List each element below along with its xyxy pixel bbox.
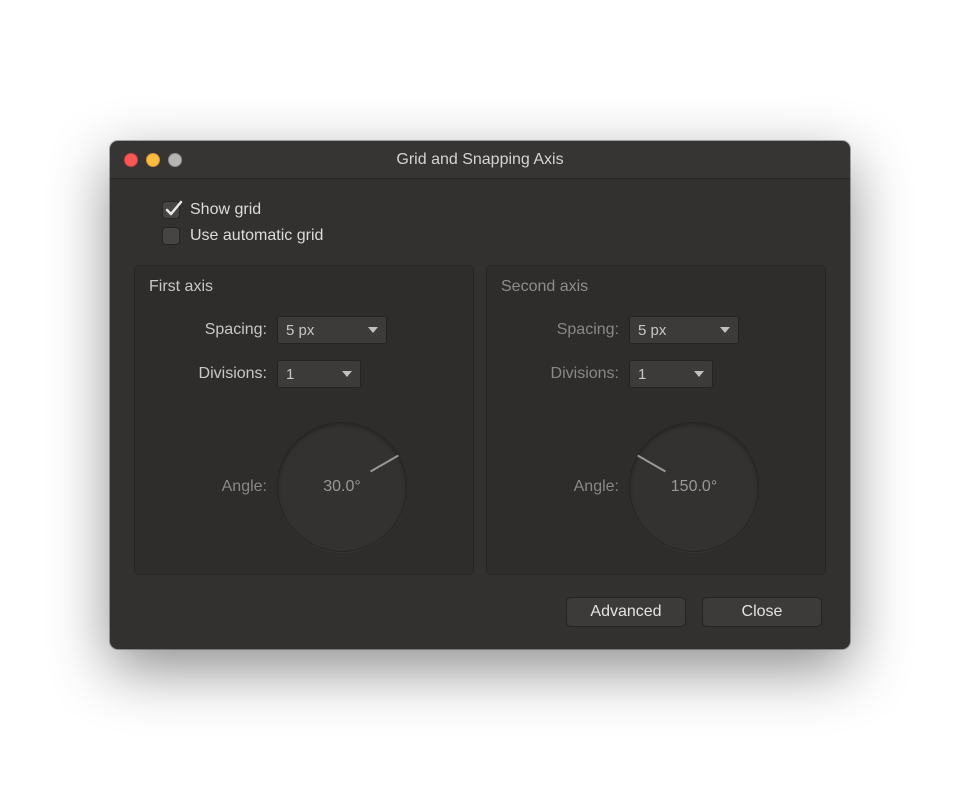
auto-grid-label: Use automatic grid [190,227,323,245]
chevron-down-icon [368,327,378,333]
first-axis-title: First axis [149,278,459,296]
second-angle-row: Angle: 150.0° [501,422,811,552]
close-button[interactable]: Close [702,597,822,627]
first-angle-dial[interactable]: 30.0° [277,422,407,552]
checkmark-icon [164,199,184,219]
show-grid-row: Show grid [134,197,826,223]
minimize-window-button[interactable] [146,153,160,167]
first-divisions-dropdown[interactable]: 1 [277,360,361,388]
button-row: Advanced Close [134,597,826,627]
chevron-down-icon [694,371,704,377]
close-window-button[interactable] [124,153,138,167]
first-angle-label: Angle: [149,478,267,496]
second-angle-dial[interactable]: 150.0° [629,422,759,552]
second-divisions-row: Divisions: 1 [501,360,811,388]
first-angle-row: Angle: 30.0° [149,422,459,552]
show-grid-checkbox[interactable] [162,201,180,219]
first-spacing-row: Spacing: 5 px [149,316,459,344]
window-title: Grid and Snapping Axis [110,151,850,169]
titlebar: Grid and Snapping Axis [110,141,850,179]
auto-grid-checkbox[interactable] [162,227,180,245]
first-divisions-row: Divisions: 1 [149,360,459,388]
second-spacing-row: Spacing: 5 px [501,316,811,344]
first-spacing-value: 5 px [286,322,314,339]
axes-panels: First axis Spacing: 5 px Divisions: 1 [134,265,826,575]
first-divisions-value: 1 [286,366,294,383]
advanced-button[interactable]: Advanced [566,597,686,627]
auto-grid-row: Use automatic grid [134,223,826,249]
second-spacing-dropdown[interactable]: 5 px [629,316,739,344]
second-axis-title: Second axis [501,278,811,296]
first-spacing-label: Spacing: [149,321,267,339]
first-angle-value: 30.0° [323,478,361,496]
second-axis-panel: Second axis Spacing: 5 px Divisions: 1 [486,265,826,575]
second-spacing-label: Spacing: [501,321,619,339]
second-angle-value: 150.0° [671,478,717,496]
first-divisions-label: Divisions: [149,365,267,383]
zoom-window-button[interactable] [168,153,182,167]
traffic-lights [110,153,182,167]
first-angle-indicator [370,455,399,473]
chevron-down-icon [720,327,730,333]
second-spacing-value: 5 px [638,322,666,339]
first-axis-panel: First axis Spacing: 5 px Divisions: 1 [134,265,474,575]
content-area: Show grid Use automatic grid First axis … [110,179,850,649]
chevron-down-icon [342,371,352,377]
second-divisions-value: 1 [638,366,646,383]
second-angle-indicator [637,455,666,473]
second-divisions-dropdown[interactable]: 1 [629,360,713,388]
show-grid-label: Show grid [190,201,261,219]
window: Grid and Snapping Axis Show grid Use aut… [110,141,850,649]
second-angle-label: Angle: [501,478,619,496]
second-divisions-label: Divisions: [501,365,619,383]
first-spacing-dropdown[interactable]: 5 px [277,316,387,344]
